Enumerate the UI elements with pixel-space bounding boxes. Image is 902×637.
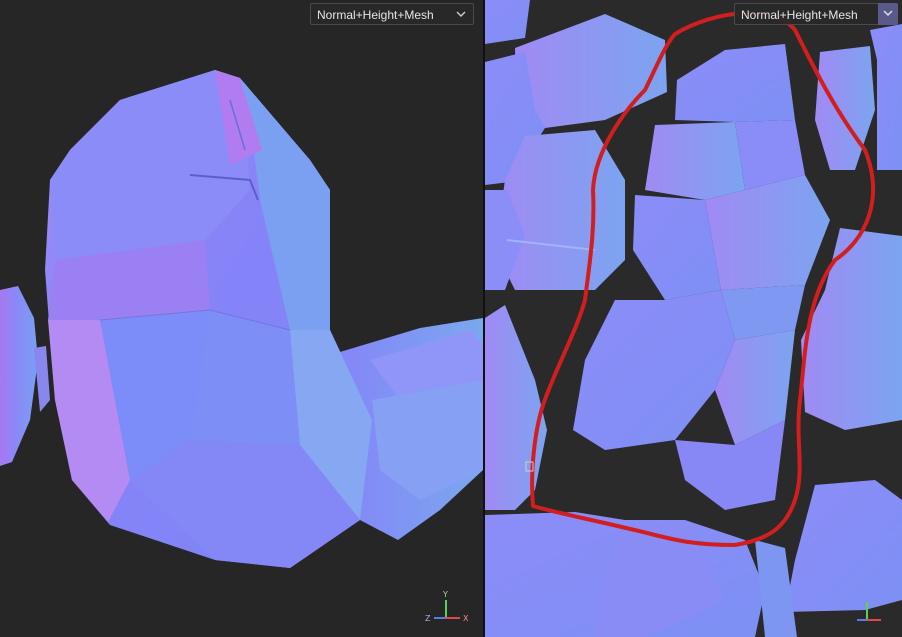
axis-gizmo-icon: Y X Z (425, 590, 469, 623)
view-mode-label: Normal+Height+Mesh (741, 8, 858, 22)
viewport-2d[interactable]: Normal+Height+Mesh (485, 0, 902, 637)
viewport-3d[interactable]: Normal+Height+Mesh Y X Z (0, 0, 483, 637)
view-mode-label: Normal+Height+Mesh (317, 8, 434, 22)
axis-x-label: X (463, 614, 469, 623)
view-mode-dropdown-2d[interactable]: Normal+Height+Mesh (734, 3, 898, 25)
view-mode-dropdown-3d[interactable]: Normal+Height+Mesh (310, 3, 474, 25)
axis-z-label: Z (425, 614, 431, 623)
dropdown-button[interactable] (878, 3, 898, 25)
chevron-down-icon (456, 11, 466, 17)
axis-y-label: Y (442, 590, 448, 599)
uv-axis-gizmo-icon (857, 602, 881, 621)
chevron-down-icon (883, 10, 893, 16)
rock-mesh-render (0, 70, 483, 568)
texture-viewer-app: Normal+Height+Mesh Y X Z Normal+Height+M… (0, 0, 902, 637)
normal-map-texture (485, 0, 902, 637)
